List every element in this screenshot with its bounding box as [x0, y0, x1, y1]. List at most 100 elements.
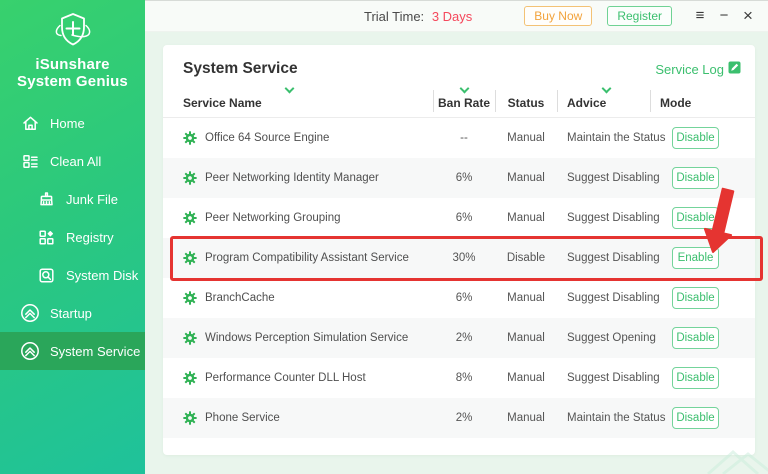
- mode-toggle-button[interactable]: Disable: [672, 287, 719, 309]
- mode-cell: Disable: [650, 167, 735, 189]
- mode-cell: Disable: [650, 327, 735, 349]
- gear-icon: [183, 251, 197, 265]
- system-service-icon: [20, 341, 40, 361]
- gear-icon: [183, 171, 197, 185]
- sidebar-item-registry[interactable]: Registry: [0, 218, 145, 256]
- menu-icon[interactable]: ≡: [690, 6, 710, 26]
- column-header-advice[interactable]: Advice: [557, 82, 650, 117]
- gear-icon: [183, 131, 197, 145]
- trial-days-value: 3 Days: [432, 9, 472, 24]
- advice-cell: Suggest Opening: [557, 332, 650, 344]
- app-logo: iSunshare System Genius: [0, 0, 145, 90]
- clean-all-icon: [20, 153, 40, 170]
- status-cell: Disable: [495, 252, 557, 264]
- advice-cell: Suggest Disabling: [557, 372, 650, 384]
- sidebar-item-clean-all[interactable]: Clean All: [0, 142, 145, 180]
- sidebar: iSunshare System Genius Home Clean All Jun…: [0, 0, 145, 474]
- ban-rate-cell: 8%: [433, 372, 495, 384]
- column-header-service-name[interactable]: Service Name: [183, 82, 433, 117]
- table-row: Windows Perception Simulation Service 2%…: [163, 318, 755, 358]
- system-disk-icon: [36, 267, 56, 284]
- mode-cell: Disable: [650, 407, 735, 429]
- status-cell: Manual: [495, 132, 557, 144]
- status-cell: Manual: [495, 372, 557, 384]
- table-row: Peer Networking Identity Manager 6% Manu…: [163, 158, 755, 198]
- status-cell: Manual: [495, 332, 557, 344]
- status-cell: Manual: [495, 412, 557, 424]
- table-row: BranchCache 6% Manual Suggest Disabling …: [163, 278, 755, 318]
- buy-now-button[interactable]: Buy Now: [524, 6, 592, 26]
- table-body: Office 64 Source Engine -- Manual Mainta…: [163, 118, 755, 438]
- status-cell: Manual: [495, 172, 557, 184]
- status-cell: Manual: [495, 212, 557, 224]
- service-name-cell: Performance Counter DLL Host: [183, 371, 433, 385]
- mode-cell: Disable: [650, 127, 735, 149]
- sidebar-item-system-disk[interactable]: System Disk: [0, 256, 145, 294]
- service-name: Office 64 Source Engine: [205, 132, 329, 144]
- shield-plus-orbit-icon: [0, 11, 145, 51]
- gear-icon: [183, 371, 197, 385]
- advice-cell: Maintain the Status: [557, 412, 650, 424]
- system-service-card: System Service Service Log: [163, 45, 755, 455]
- trial-time: Trial Time: 3 Days: [364, 9, 472, 24]
- ban-rate-cell: 2%: [433, 332, 495, 344]
- table-row-highlighted: Program Compatibility Assistant Service …: [163, 238, 755, 278]
- sidebar-item-label: Junk File: [66, 192, 118, 207]
- service-name: Performance Counter DLL Host: [205, 372, 366, 384]
- sidebar-item-label: System Service: [50, 344, 140, 359]
- mode-toggle-button[interactable]: Disable: [672, 367, 719, 389]
- page-title: System Service: [183, 60, 298, 78]
- column-header-mode[interactable]: Mode: [650, 82, 735, 117]
- service-name: BranchCache: [205, 292, 275, 304]
- window-controls: ≡−×: [686, 6, 758, 26]
- mode-cell: Disable: [650, 367, 735, 389]
- ban-rate-cell: 6%: [433, 172, 495, 184]
- register-button[interactable]: Register: [607, 6, 672, 26]
- sort-chevron-icon: [459, 84, 469, 94]
- table-row: Peer Networking Grouping 6% Manual Sugge…: [163, 198, 755, 238]
- main-panel: Trial Time: 3 Days Buy Now Register ≡−× …: [145, 0, 768, 474]
- gear-icon: [183, 211, 197, 225]
- sidebar-nav: Home Clean All Junk File Registry System Dis…: [0, 104, 145, 370]
- service-name-cell: Program Compatibility Assistant Service: [183, 251, 433, 265]
- mode-toggle-button[interactable]: Enable: [672, 247, 719, 269]
- close-icon[interactable]: ×: [738, 6, 758, 26]
- sidebar-item-startup[interactable]: Startup: [0, 294, 145, 332]
- sidebar-item-system-service[interactable]: System Service: [0, 332, 145, 370]
- mode-toggle-button[interactable]: Disable: [672, 127, 719, 149]
- service-log-edit-icon: [728, 61, 741, 77]
- table-row: Office 64 Source Engine -- Manual Mainta…: [163, 118, 755, 158]
- table-row: Performance Counter DLL Host 8% Manual S…: [163, 358, 755, 398]
- service-name-cell: Peer Networking Identity Manager: [183, 171, 433, 185]
- trial-time-label: Trial Time:: [364, 9, 424, 24]
- sidebar-item-label: Home: [50, 116, 85, 131]
- service-log-label: Service Log: [655, 62, 724, 77]
- advice-cell: Suggest Disabling: [557, 212, 650, 224]
- service-name: Peer Networking Identity Manager: [205, 172, 379, 184]
- service-name-cell: Office 64 Source Engine: [183, 131, 433, 145]
- service-name: Program Compatibility Assistant Service: [205, 252, 409, 264]
- column-header-ban-rate[interactable]: Ban Rate: [433, 82, 495, 117]
- sidebar-item-home[interactable]: Home: [0, 104, 145, 142]
- advice-cell: Suggest Disabling: [557, 292, 650, 304]
- column-header-status[interactable]: Status: [495, 82, 557, 117]
- service-name-cell: BranchCache: [183, 291, 433, 305]
- sidebar-item-label: System Disk: [66, 268, 138, 283]
- mode-toggle-button[interactable]: Disable: [672, 407, 719, 429]
- sidebar-item-junk-file[interactable]: Junk File: [0, 180, 145, 218]
- ban-rate-cell: 6%: [433, 292, 495, 304]
- sort-chevron-icon: [602, 84, 612, 94]
- mode-toggle-button[interactable]: Disable: [672, 167, 719, 189]
- gear-icon: [183, 331, 197, 345]
- service-name-cell: Phone Service: [183, 411, 433, 425]
- mode-toggle-button[interactable]: Disable: [672, 207, 719, 229]
- mode-toggle-button[interactable]: Disable: [672, 327, 719, 349]
- service-log-link[interactable]: Service Log: [655, 61, 741, 77]
- home-icon: [20, 115, 40, 132]
- content-area: System Service Service Log: [145, 32, 768, 474]
- gear-icon: [183, 411, 197, 425]
- table-header: Service Name Ban Rate Status Advice: [163, 82, 755, 118]
- service-name-cell: Peer Networking Grouping: [183, 211, 433, 225]
- title-bar: Trial Time: 3 Days Buy Now Register ≡−×: [145, 0, 768, 32]
- minimize-icon[interactable]: −: [714, 6, 734, 26]
